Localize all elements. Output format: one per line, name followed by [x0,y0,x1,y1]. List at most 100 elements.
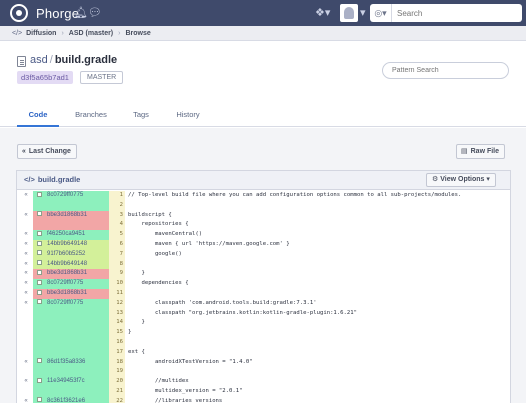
code-text: buildscript { [128,211,172,218]
line-number[interactable]: 2 [109,200,125,211]
blame-commit-cell[interactable]: 14bb9b649148 [33,240,109,250]
line-number[interactable]: 17 [109,347,125,358]
commit-hash[interactable]: f46250ca9451 [47,231,85,237]
line-number[interactable]: 15 [109,328,125,338]
commit-hash[interactable]: 14bb9b649148 [47,241,87,247]
raw-file-button[interactable]: ▤ Raw File [456,144,506,159]
blame-commit-cell[interactable]: 8c0729ff0775 [33,191,109,201]
blame-commit-cell[interactable]: 8c361f3621e6 [33,396,109,403]
blame-skip-icon[interactable]: « [21,397,31,403]
code-text: androidXTestVersion = "1.4.0" [128,358,253,365]
commit-hash[interactable]: 11e349453f7c [47,378,85,384]
line-number[interactable]: 16 [109,338,125,348]
blame-commit-cell [33,347,109,358]
commit-hash[interactable]: 91f7b60b5252 [47,251,85,257]
source-line: 4 repositories { [17,220,510,231]
commit-hash[interactable]: bbe3d1868b31 [47,212,87,218]
blame-skip-icon[interactable]: « [21,377,31,387]
blame-commit-cell [33,328,109,338]
code-text: repositories { [128,221,189,228]
line-number[interactable]: 3 [109,210,125,221]
line-number[interactable]: 10 [109,279,125,289]
repo-link[interactable]: asd [30,54,48,66]
commit-hash[interactable]: 8c361f3621e6 [47,398,85,403]
commit-hash[interactable]: bbe3d1868b31 [47,270,87,276]
line-number[interactable]: 1 [109,191,125,201]
tab-branches[interactable]: Branches [67,102,115,127]
blame-skip-icon[interactable]: « [21,279,31,289]
line-number[interactable]: 7 [109,249,125,260]
line-number[interactable]: 18 [109,357,125,368]
line-number[interactable]: 14 [109,318,125,329]
line-number[interactable]: 9 [109,269,125,280]
line-number[interactable]: 12 [109,298,125,309]
page-title: asd / build.gradle [30,54,117,66]
tab-code[interactable]: Code [17,102,59,127]
source-line: « 11e349453f7c 20 //multidex [17,377,510,387]
blame-commit-cell[interactable]: 8c0729ff0775 [33,298,109,309]
blame-commit-cell[interactable]: bbe3d1868b31 [33,269,109,280]
crumb-diffusion[interactable]: Diffusion [26,30,56,37]
crumb-browse[interactable]: Browse [126,30,151,37]
view-options-label: View Options [440,176,485,183]
blame-skip-icon[interactable]: « [21,289,31,299]
file-panel: </> build.gradle ⚙ View Options ▾ « 8c0729… [16,170,511,403]
bookmark-icon[interactable]: ❖▾ [315,6,330,20]
blame-commit-cell[interactable]: 8c0729ff0775 [33,279,109,289]
bell-icon[interactable]: 🔔︎ [74,6,88,20]
avatar-chevron-down-icon[interactable]: ▾ [360,6,366,20]
chat-icon[interactable]: 💬︎ [88,6,102,20]
panel-header: </> build.gradle ⚙ View Options ▾ [17,171,510,190]
crumb-separator: › [61,29,64,37]
commit-square-icon [37,230,42,236]
chevron-down-icon: ▾ [486,176,490,183]
tab-tags[interactable]: Tags [122,102,160,127]
commit-hash[interactable]: 8c0729ff0775 [47,300,83,306]
pattern-search-input[interactable] [382,62,509,79]
blame-commit-cell[interactable]: bbe3d1868b31 [33,289,109,299]
commit-hash[interactable]: bbe3d1868b31 [47,290,87,296]
line-number[interactable]: 13 [109,308,125,319]
line-number[interactable]: 4 [109,220,125,231]
blame-commit-cell[interactable]: 14bb9b649148 [33,259,109,270]
branch-tag[interactable]: MASTER [80,71,124,84]
crumb-repository[interactable]: ASD (master) [69,30,113,37]
last-change-button[interactable]: «Last Change [17,144,77,159]
tab-history[interactable]: History [168,102,208,127]
commit-hash[interactable]: 8c0729ff0775 [47,192,83,198]
phorge-logo-icon [10,4,28,22]
blame-skip-icon[interactable]: « [21,230,31,240]
blame-skip-icon[interactable]: « [21,358,31,368]
home-link[interactable]: Phorge [10,4,79,22]
blame-skip-icon[interactable]: « [21,269,31,279]
commit-hash[interactable]: 8c0729ff0775 [47,280,83,286]
line-number[interactable]: 8 [109,259,125,270]
commit-hash[interactable]: 14bb9b649148 [47,261,87,267]
blame-skip-icon[interactable]: « [21,240,31,250]
source-line: 21 multidex_version = "2.0.1" [17,387,510,397]
line-number[interactable]: 5 [109,230,125,240]
line-number[interactable]: 22 [109,396,125,403]
blame-skip-icon[interactable]: « [21,250,31,260]
blame-skip-icon[interactable]: « [21,260,31,270]
line-number[interactable]: 6 [109,240,125,250]
search-scope-icon[interactable]: ◎▾ [370,4,392,22]
blame-commit-cell[interactable]: 11e349453f7c [33,377,109,387]
view-options-button[interactable]: ⚙ View Options ▾ [426,173,496,187]
global-search[interactable]: ◎▾ [370,4,522,22]
blame-commit-cell[interactable]: 86d1f35a8336 [33,357,109,368]
user-avatar[interactable] [340,4,358,22]
line-number[interactable]: 11 [109,289,125,299]
blame-skip-icon[interactable]: « [21,211,31,221]
blame-commit-cell[interactable]: bbe3d1868b31 [33,210,109,221]
search-input[interactable] [392,8,512,18]
commit-hash[interactable]: 86d1f35a8336 [47,359,85,365]
commit-tag[interactable]: d3f5a65b7ad1 [17,71,73,84]
blame-commit-cell[interactable]: 91f7b60b5252 [33,249,109,260]
blame-skip-icon[interactable]: « [21,191,31,201]
line-number[interactable]: 20 [109,377,125,387]
line-number[interactable]: 19 [109,367,125,378]
blame-commit-cell[interactable]: f46250ca9451 [33,230,109,240]
line-number[interactable]: 21 [109,387,125,397]
blame-skip-icon[interactable]: « [21,299,31,309]
